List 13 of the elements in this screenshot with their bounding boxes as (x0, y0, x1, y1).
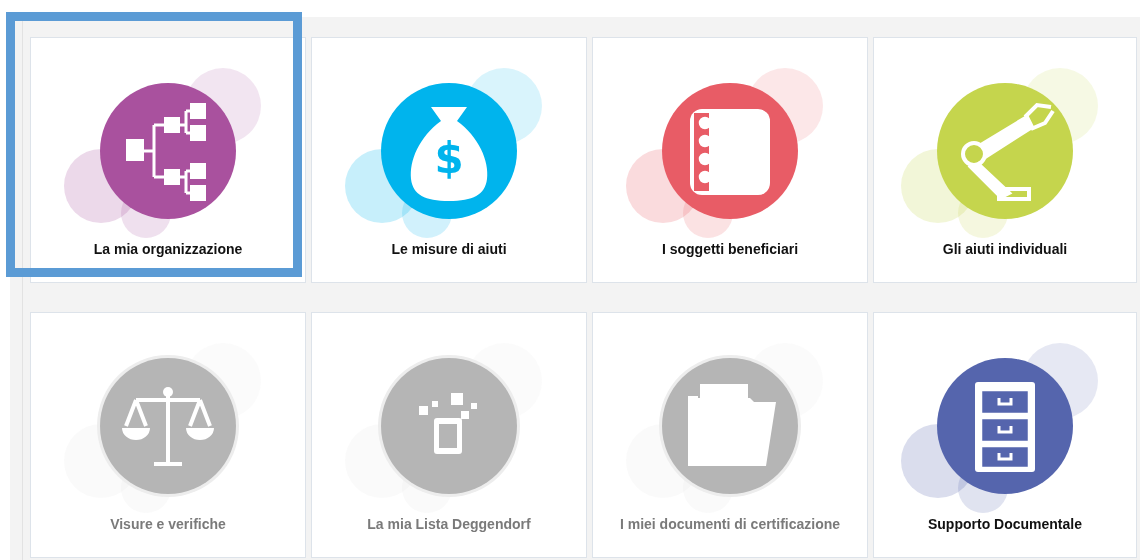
tile-card[interactable]: Supporto Documentale (873, 312, 1137, 558)
address-book-icon (690, 109, 770, 195)
tile-card[interactable]: I soggetti beneficiari (592, 37, 868, 283)
org-chart-icon (126, 103, 206, 201)
tablet-icon (419, 393, 477, 454)
money-bag-icon: $ (410, 107, 488, 201)
folder-icon (688, 384, 776, 466)
tile-card[interactable]: $ Le misure di aiuti (311, 37, 587, 283)
filing-cabinet-icon (975, 382, 1035, 472)
scales-icon (122, 387, 214, 466)
robot-arm-icon (961, 102, 1055, 201)
tile-card[interactable]: La mia organizzazione (30, 37, 306, 283)
tile-card[interactable]: Gli aiuti individuali (873, 37, 1137, 283)
